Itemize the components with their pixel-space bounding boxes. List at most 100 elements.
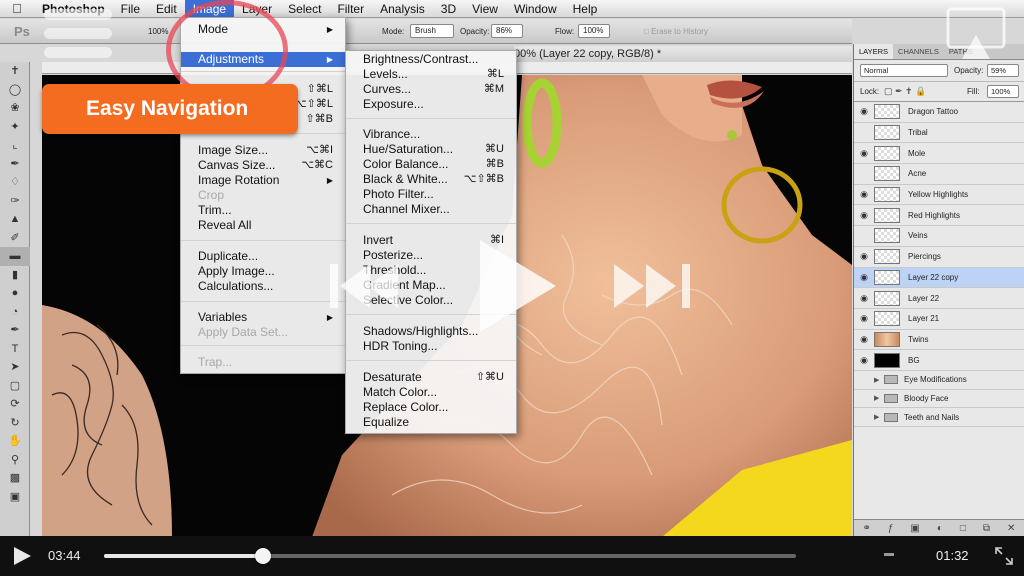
menu-help[interactable]: Help [565, 0, 606, 18]
path-select-tool-icon[interactable]: ➤ [0, 358, 30, 377]
image-menu-item[interactable]: Reveal All [181, 218, 345, 233]
menu-analysis[interactable]: Analysis [372, 0, 433, 18]
image-menu-item[interactable]: Duplicate... [181, 249, 345, 264]
image-menu-item[interactable]: Calculations... [181, 279, 345, 294]
adjustment-layer-icon[interactable]: ◐ [937, 523, 943, 534]
blur-tool-icon[interactable]: ● [0, 284, 30, 303]
audio-route-icon[interactable]: ▬ [884, 548, 894, 559]
layer-row[interactable]: ◉ Yellow Highlights [854, 185, 1024, 206]
adjustments-menu-item[interactable]: Hue/Saturation... ⌘U [346, 142, 516, 157]
adjustments-menu-item[interactable]: Match Color... [346, 385, 516, 400]
menu-view[interactable]: View [464, 0, 506, 18]
pen-tool-icon[interactable]: ✒ [0, 321, 30, 340]
visibility-eye-icon[interactable]: ◉ [854, 106, 874, 117]
layer-group-row[interactable]: ▶ Bloody Face [854, 390, 1024, 409]
tab-layers[interactable]: LAYERS [854, 44, 894, 59]
color-swatch-icon[interactable]: ▩ [0, 469, 30, 488]
crop-tool-icon[interactable]: ⌞ [0, 136, 30, 155]
new-layer-icon[interactable]: ⧉ [983, 523, 990, 534]
layer-style-icon[interactable]: ƒ [888, 523, 894, 534]
stamp-tool-icon[interactable]: ▲ [0, 210, 30, 229]
layer-opacity-input[interactable]: 59% [987, 64, 1019, 77]
group-expand-icon[interactable]: ▶ [874, 376, 884, 384]
visibility-eye-icon[interactable]: ◉ [854, 334, 874, 345]
3d-orbit-tool-icon[interactable]: ↻ [0, 414, 30, 433]
adjustments-menu-item[interactable]: Black & White... ⌥⇧⌘B [346, 172, 516, 187]
visibility-eye-icon[interactable]: ◉ [854, 189, 874, 200]
visibility-eye-icon[interactable]: ◉ [854, 293, 874, 304]
menu-window[interactable]: Window [506, 0, 565, 18]
shape-tool-icon[interactable]: ▢ [0, 377, 30, 396]
adjustments-menu-item[interactable]: Photo Filter... [346, 187, 516, 202]
layer-row[interactable]: ◉ Layer 22 copy [854, 267, 1024, 289]
image-menu-item[interactable]: Trim... [181, 203, 345, 218]
airplay-icon[interactable] [944, 5, 1008, 63]
adjustments-menu-item[interactable]: Color Balance... ⌘B [346, 157, 516, 172]
apple-icon[interactable]:  [0, 1, 34, 16]
group-expand-icon[interactable]: ▶ [874, 413, 884, 421]
image-menu-item[interactable]: Canvas Size... ⌥⌘C [181, 158, 345, 173]
visibility-eye-icon[interactable]: ◉ [854, 272, 874, 283]
mode-select[interactable]: Brush [410, 24, 454, 38]
adjustments-menu-item[interactable]: HDR Toning... [346, 339, 516, 354]
layer-row[interactable]: ◉ Dragon Tattoo [854, 102, 1024, 123]
move-tool-icon[interactable]: ✝ [0, 62, 30, 81]
layer-row[interactable]: ◉ Layer 22 [854, 288, 1024, 309]
adjustments-menu-item[interactable]: Vibrance... [346, 127, 516, 142]
seek-bar[interactable] [104, 548, 796, 564]
group-expand-icon[interactable]: ▶ [874, 394, 884, 402]
adjustments-menu-item[interactable]: Equalize [346, 415, 516, 430]
trash-icon[interactable]: ✕ [1007, 523, 1015, 534]
layer-row[interactable]: ◉ Red Highlights [854, 205, 1024, 227]
zoom-level[interactable]: 100% [148, 27, 168, 36]
adjustments-menu-item[interactable]: Brightness/Contrast... [346, 52, 516, 67]
layer-row[interactable]: ◉ Layer 21 [854, 309, 1024, 330]
image-menu-item[interactable]: Image Size... ⌥⌘I [181, 143, 345, 158]
quick-mask-icon[interactable]: ▣ [0, 488, 30, 507]
adjustments-menu-item[interactable]: Desaturate ⇧⌘U [346, 370, 516, 385]
brush-tool-icon[interactable]: ✑ [0, 192, 30, 211]
menu-filter[interactable]: Filter [329, 0, 372, 18]
new-group-icon[interactable]: □ [960, 523, 966, 534]
seek-knob[interactable] [255, 548, 272, 564]
opacity-input[interactable]: 86% [491, 24, 523, 38]
layer-group-row[interactable]: ▶ Teeth and Nails [854, 408, 1024, 427]
history-brush-tool-icon[interactable]: ✐ [0, 229, 30, 248]
play-overlay-icon[interactable] [472, 236, 560, 336]
image-menu-item[interactable]: Image Rotation ▶ [181, 173, 345, 188]
blend-mode-select[interactable]: Normal [860, 64, 948, 77]
layer-row[interactable]: ◉ BG [854, 350, 1024, 371]
visibility-eye-icon[interactable]: ◉ [854, 210, 874, 221]
type-tool-icon[interactable]: T [0, 340, 30, 359]
dodge-tool-icon[interactable]: ◔ [0, 303, 30, 322]
layer-row[interactable]: Acne [854, 164, 1024, 185]
erase-to-history-checkbox[interactable]: □ Erase to History [644, 27, 708, 36]
tab-channels[interactable]: CHANNELS [893, 44, 944, 59]
menu-edit[interactable]: Edit [148, 0, 185, 18]
image-menu-item[interactable]: Variables ▶ [181, 310, 345, 325]
lasso-tool-icon[interactable]: ❀ [0, 99, 30, 118]
quick-select-tool-icon[interactable]: ✦ [0, 118, 30, 137]
layer-group-row[interactable]: ▶ Eye Modifications [854, 371, 1024, 390]
adjustments-menu-item[interactable]: Replace Color... [346, 400, 516, 415]
fullscreen-icon[interactable] [994, 546, 1014, 566]
adjustments-menu-item[interactable]: Channel Mixer... [346, 202, 516, 217]
gradient-tool-icon[interactable]: ▮ [0, 266, 30, 285]
adjustments-menu-item[interactable]: Exposure... [346, 97, 516, 112]
lock-icons[interactable]: ▢ ✒ ✝ 🔒 [884, 86, 926, 97]
visibility-eye-icon[interactable]: ◉ [854, 148, 874, 159]
layer-row[interactable]: Veins [854, 226, 1024, 247]
skip-forward-icon[interactable] [612, 258, 698, 314]
image-menu-item[interactable]: Apply Image... [181, 264, 345, 279]
link-layers-icon[interactable]: ⚭ [862, 523, 870, 534]
menu-select[interactable]: Select [280, 0, 329, 18]
3d-rotate-tool-icon[interactable]: ⟳ [0, 395, 30, 414]
layer-row[interactable]: ◉ Piercings [854, 247, 1024, 268]
play-icon[interactable] [12, 546, 32, 566]
menu-3d[interactable]: 3D [433, 0, 464, 18]
flow-input[interactable]: 100% [578, 24, 610, 38]
adjustments-menu-item[interactable]: Levels... ⌘L [346, 67, 516, 82]
hand-tool-icon[interactable]: ✋ [0, 432, 30, 451]
healing-tool-icon[interactable]: ♢ [0, 173, 30, 192]
layer-row[interactable]: Tribal [854, 123, 1024, 144]
